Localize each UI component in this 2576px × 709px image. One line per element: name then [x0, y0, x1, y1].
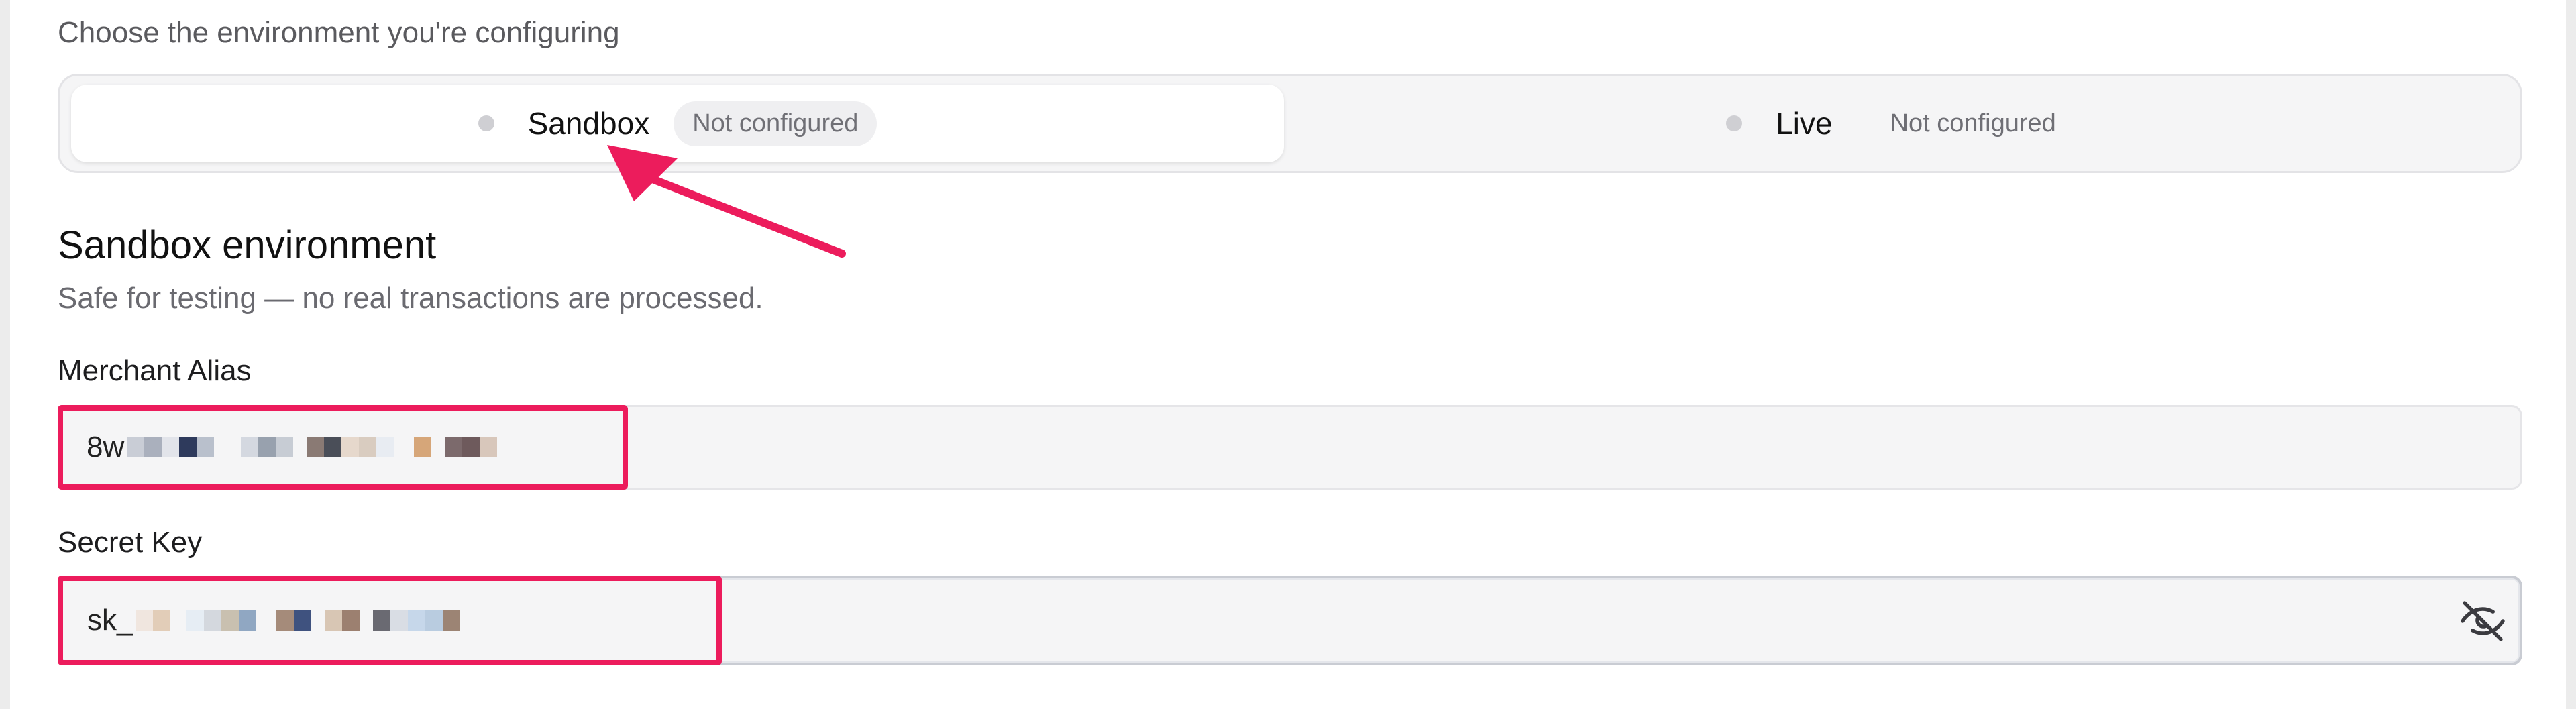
live-option[interactable]: Live Not configured	[1293, 85, 2508, 162]
environment-switcher: Sandbox Not configured Live Not configur…	[58, 74, 2522, 173]
left-frame-edge	[0, 0, 10, 709]
status-dot	[1726, 115, 1743, 131]
eye-off-icon[interactable]	[2459, 597, 2507, 645]
environment-prompt: Choose the environment you're configurin…	[58, 16, 620, 49]
merchant-alias-label: Merchant Alias	[58, 354, 252, 387]
section-title: Sandbox environment	[58, 223, 437, 267]
status-dot	[478, 115, 494, 131]
secret-key-highlight	[58, 576, 722, 665]
live-label: Live	[1776, 106, 1833, 141]
live-status-badge: Not configured	[1890, 109, 2056, 138]
section-subtitle: Safe for testing — no real transactions …	[58, 282, 763, 315]
sandbox-label: Sandbox	[527, 106, 650, 141]
secret-key-label: Secret Key	[58, 526, 203, 559]
sandbox-status-badge: Not configured	[674, 101, 877, 146]
sandbox-option[interactable]: Sandbox Not configured	[71, 85, 1284, 162]
merchant-alias-highlight	[58, 405, 628, 490]
right-frame-edge	[2566, 0, 2576, 709]
